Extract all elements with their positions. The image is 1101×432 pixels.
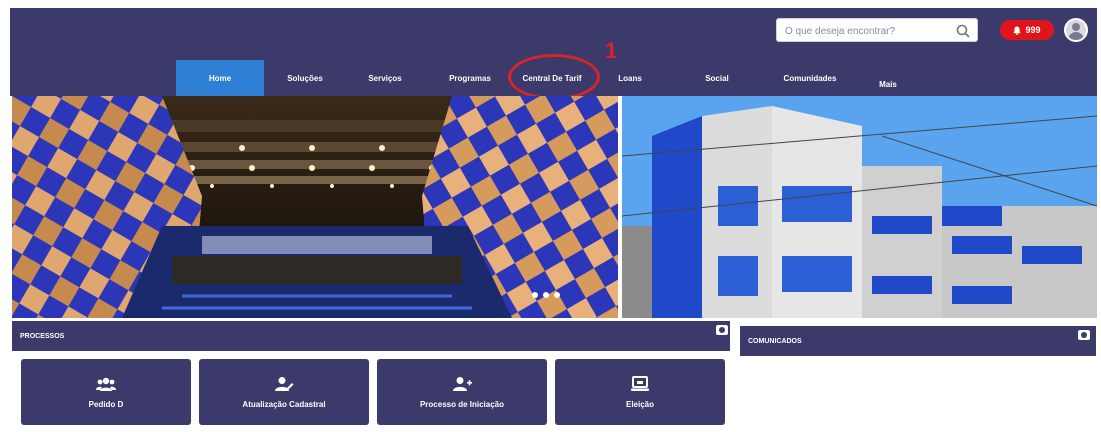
auditorium-illustration	[12, 96, 618, 318]
search-input[interactable]	[785, 22, 945, 40]
card-label: Eleição	[625, 399, 654, 409]
avatar-head	[1072, 23, 1080, 31]
nav-item-label: Programas	[449, 73, 491, 83]
search-box[interactable]	[776, 18, 978, 42]
hero-banner	[12, 96, 1097, 318]
nav-item-label: Soluções	[287, 73, 323, 83]
nav-item-solucoes[interactable]: Soluções	[265, 60, 345, 96]
nav-item-label: Serviços	[368, 73, 402, 83]
slider-dots	[532, 292, 560, 298]
slider-dot[interactable]	[554, 292, 560, 298]
slider-dot[interactable]	[532, 292, 538, 298]
nav-item-label: Home	[208, 73, 232, 83]
card-label: Atualização Cadastral	[242, 399, 326, 409]
nav-item-home[interactable]: Home	[176, 60, 264, 96]
notification-badge[interactable]: 999	[1000, 20, 1054, 40]
nav-item-label: Comunidades	[783, 73, 837, 83]
bell-icon	[1013, 26, 1022, 35]
nav-item-label: Loans	[618, 73, 642, 83]
comunicados-toggle-icon[interactable]	[1078, 330, 1090, 340]
nav-item-programas[interactable]: Programas	[430, 60, 510, 96]
slider-dot[interactable]	[543, 292, 549, 298]
process-card-atualizacao-cadastral[interactable]: Atualização Cadastral	[199, 359, 369, 425]
nav-item-label: Mais	[879, 79, 897, 89]
page-frame: 999 Home Soluções Serviços Programas Cen…	[10, 8, 1097, 428]
nav-item-servicos[interactable]: Serviços	[345, 60, 425, 96]
card-label: Pedido D	[88, 399, 124, 409]
nav-item-comunidades[interactable]: Comunidades	[762, 60, 858, 96]
card-label: Processo de Iniciação	[419, 399, 505, 409]
processos-header: PROCESSOS	[12, 321, 730, 351]
annotation-number: 1	[605, 38, 618, 63]
users-icon	[96, 377, 116, 391]
top-header: 999 Home Soluções Serviços Programas Cen…	[10, 8, 1097, 100]
processos-toggle-icon[interactable]	[716, 325, 728, 335]
building-illustration	[622, 96, 1097, 318]
user-avatar[interactable]	[1064, 18, 1088, 42]
monitor-icon	[631, 375, 649, 391]
building-image	[622, 96, 1097, 318]
nav-item-loans[interactable]: Loans	[595, 60, 665, 96]
main-nav: Home Soluções Serviços Programas Central…	[10, 60, 1097, 96]
user-add-icon	[453, 376, 472, 391]
nav-item-label: Central De Tarif	[522, 73, 582, 83]
nav-item-label: Social	[705, 73, 729, 83]
nav-item-central-de-tarif[interactable]: Central De Tarif	[510, 60, 594, 96]
user-edit-icon	[275, 376, 294, 391]
process-card-eleicao[interactable]: Eleição	[555, 359, 725, 425]
process-card-pedido-d[interactable]: Pedido D	[21, 359, 191, 425]
comunicados-title: COMUNICADOS	[748, 337, 802, 345]
comunicados-header: COMUNICADOS	[740, 326, 1096, 356]
process-card-processo-de-iniciacao[interactable]: Processo de Iniciação	[377, 359, 547, 425]
search-icon[interactable]	[955, 23, 971, 39]
notification-count: 999	[1025, 25, 1041, 35]
nav-item-social[interactable]: Social	[682, 60, 752, 96]
avatar-body	[1068, 32, 1084, 40]
processos-title: PROCESSOS	[20, 332, 65, 340]
auditorium-image	[12, 96, 618, 318]
